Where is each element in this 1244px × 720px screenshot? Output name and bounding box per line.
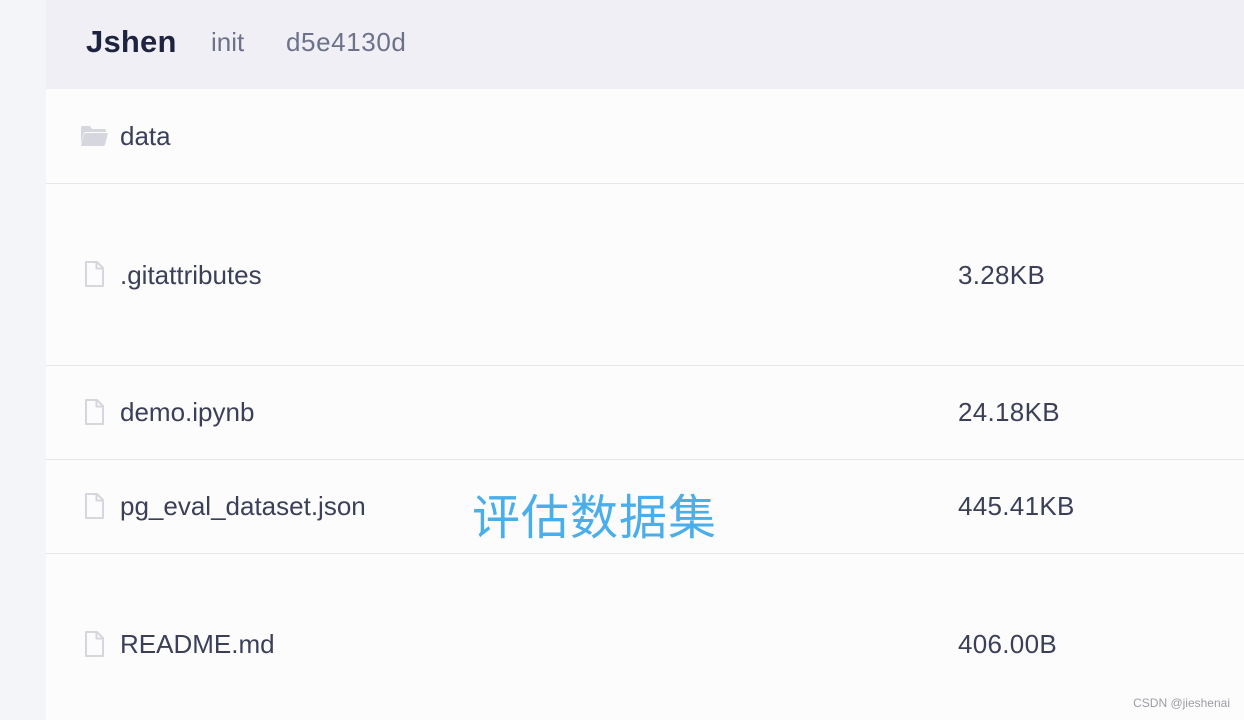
- file-size: 445.41KB: [958, 491, 1075, 521]
- commit-hash[interactable]: d5e4130d: [286, 27, 406, 58]
- file-size: 3.28KB: [958, 260, 1046, 290]
- file-name: .gitattributes: [120, 260, 262, 290]
- file-icon: [85, 399, 104, 425]
- file-name: demo.ipynb: [120, 397, 255, 427]
- file-row-readme-md[interactable]: README.md 406.00B: [46, 554, 1244, 720]
- commit-header: Jshen init d5e4130d: [46, 0, 1244, 89]
- file-row-demo-ipynb[interactable]: demo.ipynb 24.18KB: [46, 366, 1244, 460]
- file-browser-panel: Jshen init d5e4130d data .gitattributes …: [46, 0, 1244, 720]
- file-name: pg_eval_dataset.json: [120, 491, 366, 521]
- left-gutter: [0, 0, 46, 720]
- folder-icon: [81, 126, 108, 146]
- watermark: CSDN @jieshenai: [1133, 696, 1230, 710]
- file-row-data[interactable]: data: [46, 89, 1244, 184]
- file-name: data: [120, 121, 171, 151]
- file-icon: [85, 493, 104, 519]
- commit-author[interactable]: Jshen: [86, 24, 177, 60]
- commit-message[interactable]: init: [211, 27, 244, 58]
- file-icon: [85, 261, 104, 287]
- file-size: 24.18KB: [958, 397, 1060, 427]
- file-row-gitattributes[interactable]: .gitattributes 3.28KB: [46, 184, 1244, 366]
- file-size: 406.00B: [958, 629, 1057, 659]
- file-icon: [85, 631, 104, 657]
- file-name: README.md: [120, 629, 275, 659]
- annotation-label: 评估数据集: [472, 490, 718, 546]
